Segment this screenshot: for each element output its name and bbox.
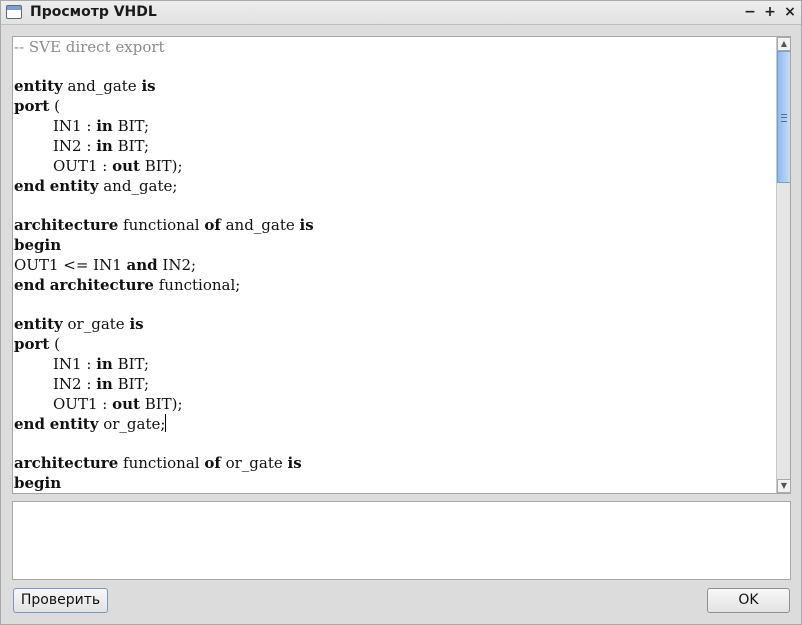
window-title: Просмотр VHDL bbox=[30, 4, 157, 20]
code-line: entity or_gate is bbox=[13, 314, 775, 334]
identifier: and_gate bbox=[67, 77, 137, 95]
code-text: BIT; bbox=[112, 375, 150, 393]
identifier: functional bbox=[123, 454, 200, 472]
minimize-button[interactable]: − bbox=[741, 3, 759, 21]
keyword: entity bbox=[49, 177, 99, 195]
code-line: begin bbox=[13, 235, 775, 255]
identifier: and_gate bbox=[225, 216, 295, 234]
code-line: begin bbox=[13, 473, 775, 493]
keyword: end bbox=[14, 415, 45, 433]
ok-button[interactable]: OK bbox=[707, 588, 790, 613]
keyword: end bbox=[14, 276, 45, 294]
keyword: architecture bbox=[14, 454, 119, 472]
code-line: OUT1 <= IN1 and IN2; bbox=[13, 255, 775, 275]
code-text: OUT1 <= IN1 bbox=[14, 256, 127, 274]
code-line: port ( bbox=[13, 334, 775, 354]
keyword: in bbox=[96, 375, 113, 393]
code-line: architecture functional of or_gate is bbox=[13, 453, 775, 473]
close-button[interactable]: × bbox=[781, 3, 799, 21]
code-line: entity and_gate is bbox=[13, 76, 775, 96]
keyword: of bbox=[204, 454, 221, 472]
grip-icon bbox=[781, 114, 787, 122]
keyword: is bbox=[299, 216, 314, 234]
keyword: and bbox=[126, 256, 158, 274]
keyword: is bbox=[129, 315, 144, 333]
keyword: end bbox=[14, 177, 45, 195]
keyword: entity bbox=[14, 315, 63, 333]
arrow-up-icon[interactable]: ▲ bbox=[777, 37, 790, 51]
keyword: out bbox=[112, 395, 140, 413]
identifier: functional bbox=[123, 216, 200, 234]
code-line: IN2 : in BIT; bbox=[13, 136, 775, 156]
code-text: IN2 : bbox=[53, 137, 97, 155]
code-text: BIT); bbox=[139, 395, 183, 413]
keyword: in bbox=[96, 137, 113, 155]
code-text: IN2; bbox=[157, 256, 197, 274]
keyword: out bbox=[112, 157, 140, 175]
scrollbar-thumb[interactable] bbox=[777, 51, 790, 183]
code-text: OUT1 : bbox=[53, 395, 113, 413]
code-text: ( bbox=[49, 335, 60, 353]
keyword: entity bbox=[14, 77, 63, 95]
keyword: is bbox=[287, 454, 302, 472]
code-line: end entity and_gate; bbox=[13, 176, 775, 196]
code-text: BIT; bbox=[112, 355, 150, 373]
keyword: architecture bbox=[49, 276, 154, 294]
title-bar[interactable]: Просмотр VHDL − + × bbox=[1, 1, 801, 25]
code-text: BIT; bbox=[112, 137, 150, 155]
arrow-down-icon[interactable]: ▼ bbox=[777, 479, 790, 493]
identifier: functional; bbox=[158, 276, 241, 294]
code-line: IN1 : in BIT; bbox=[13, 354, 775, 374]
identifier: or_gate bbox=[225, 454, 283, 472]
code-text: BIT; bbox=[112, 117, 150, 135]
keyword: begin bbox=[14, 236, 62, 254]
code-text: IN1 : bbox=[53, 117, 97, 135]
keyword: in bbox=[96, 355, 113, 373]
window-icon bbox=[6, 5, 22, 19]
code-line: IN2 : in BIT; bbox=[13, 374, 775, 394]
keyword: port bbox=[14, 335, 50, 353]
code-text: IN2 : bbox=[53, 375, 97, 393]
vhdl-viewer-window: Просмотр VHDL − + × -- SVE direct export… bbox=[0, 0, 802, 625]
code-text: IN1 : bbox=[53, 355, 97, 373]
keyword: port bbox=[14, 97, 50, 115]
code-line: port ( bbox=[13, 96, 775, 116]
code-text: OUT1 : bbox=[53, 157, 113, 175]
text-caret bbox=[165, 414, 167, 432]
identifier: or_gate; bbox=[103, 415, 166, 433]
code-line: OUT1 : out BIT); bbox=[13, 156, 775, 176]
check-button[interactable]: Проверить bbox=[13, 588, 108, 613]
vhdl-code-editor[interactable]: -- SVE direct export entity and_gate is … bbox=[12, 36, 791, 494]
identifier: and_gate; bbox=[103, 177, 178, 195]
code-line: OUT1 : out BIT); bbox=[13, 394, 775, 414]
vertical-scrollbar[interactable]: ▲ ▼ bbox=[776, 37, 790, 493]
keyword: architecture bbox=[14, 216, 119, 234]
code-text[interactable]: -- SVE direct export entity and_gate is … bbox=[13, 37, 775, 493]
code-comment: -- SVE direct export bbox=[14, 38, 165, 56]
keyword: begin bbox=[14, 474, 62, 492]
code-line: architecture functional of and_gate is bbox=[13, 215, 775, 235]
keyword: in bbox=[96, 117, 113, 135]
keyword: entity bbox=[49, 415, 99, 433]
code-text: ( bbox=[49, 97, 60, 115]
keyword: is bbox=[141, 77, 156, 95]
code-line: IN1 : in BIT; bbox=[13, 116, 775, 136]
check-output-area[interactable] bbox=[12, 501, 791, 580]
identifier: or_gate bbox=[67, 315, 125, 333]
keyword: of bbox=[204, 216, 221, 234]
code-line: end architecture functional; bbox=[13, 275, 775, 295]
code-line: end entity or_gate; bbox=[13, 414, 775, 434]
code-text: BIT); bbox=[139, 157, 183, 175]
maximize-button[interactable]: + bbox=[761, 3, 779, 21]
